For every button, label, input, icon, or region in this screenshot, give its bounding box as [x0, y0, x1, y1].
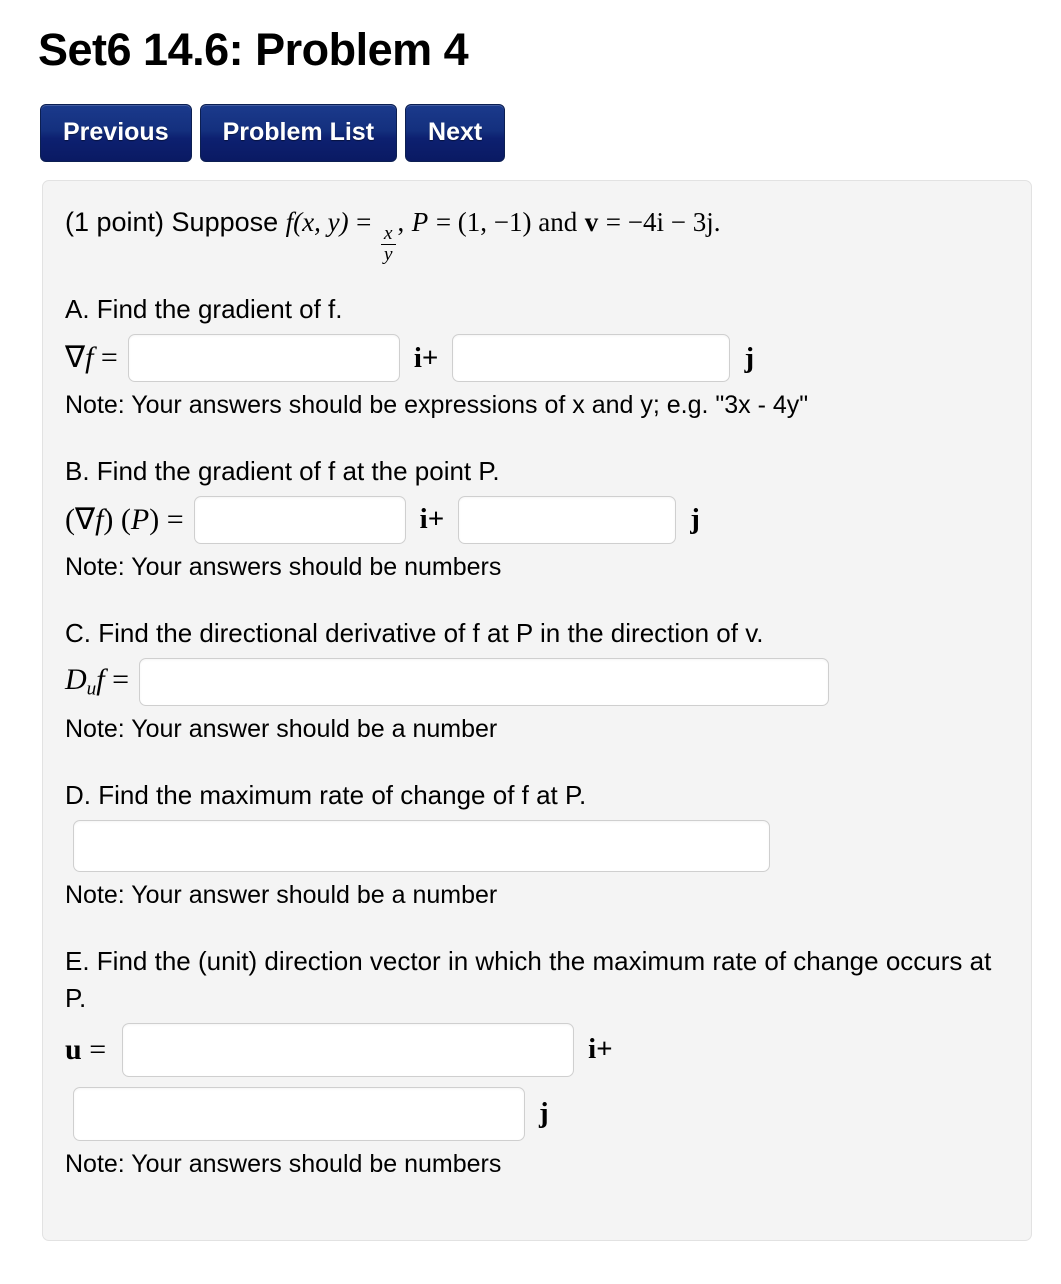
section-b: B. Find the gradient of f at the point P… [63, 453, 1011, 585]
section-e-unit-i: i+ [588, 1033, 613, 1066]
page-title: Set6 14.6: Problem 4 [38, 24, 469, 75]
section-b-paren-close: ) = [149, 502, 184, 536]
section-a-input-j[interactable] [452, 334, 731, 383]
section-c-note: Note: Your answer should be a number [65, 714, 498, 743]
section-a: A. Find the gradient of f. ∇f = i+ j Not… [63, 291, 1011, 423]
next-button[interactable]: Next [405, 103, 506, 162]
problem-page: Set6 14.6: Problem 4 Previous Problem Li… [0, 0, 1061, 1284]
directional-derivative-subscript: u [86, 678, 97, 700]
function-arguments: (x, y) [293, 206, 349, 237]
directional-derivative-D: D [65, 663, 87, 697]
section-b-label-P: P [130, 502, 150, 536]
section-e: E. Find the (unit) direction vector in w… [63, 943, 1011, 1182]
unit-vector-u: u [65, 1032, 82, 1066]
section-c-prompt-text: C. Find the directional derivative of f … [65, 617, 764, 648]
section-b-note: Note: Your answers should be numbers [65, 552, 502, 581]
section-b-input-i[interactable] [193, 495, 406, 544]
section-e-input-j[interactable] [73, 1086, 525, 1141]
section-d-input[interactable] [73, 819, 770, 872]
vector-symbol: v [584, 206, 599, 237]
section-a-note: Note: Your answers should be expressions… [65, 391, 809, 420]
section-a-input-i[interactable] [127, 334, 400, 383]
section-e-unit-j: j [539, 1097, 549, 1130]
vector-value: = −4i − 3j. [605, 206, 721, 237]
section-e-prompt: E. Find the (unit) direction vector in w… [65, 945, 992, 1013]
section-e-input-i[interactable] [122, 1022, 575, 1077]
problem-statement: (1 point) Suppose f(x, y) = xy, P = (1, … [63, 203, 1011, 265]
fraction-x-over-y: xy [380, 223, 396, 265]
section-e-note: Note: Your answers should be numbers [65, 1149, 502, 1178]
section-d-prompt: D. Find the maximum rate of change of f … [65, 779, 587, 810]
section-a-answer-row: ∇f = i+ j [65, 334, 1011, 383]
section-a-unit-j: j [744, 341, 755, 374]
section-c-label: Duf = [65, 665, 139, 699]
section-c-label-f: f [96, 663, 105, 697]
section-e-label-equals: = [81, 1032, 107, 1066]
section-d: D. Find the maximum rate of change of f … [63, 777, 1011, 913]
section-b-input-j[interactable] [458, 495, 677, 544]
previous-button[interactable]: Previous [40, 103, 192, 162]
section-a-prompt: A. Find the gradient of f. [65, 294, 343, 325]
nabla-icon: ∇ [65, 341, 86, 375]
points-prefix: (1 point) Suppose [65, 206, 279, 237]
problem-list-button[interactable]: Problem List [199, 103, 398, 162]
fraction-denominator: y [380, 244, 396, 265]
section-d-answer-row [65, 819, 1011, 872]
point-value: = (1, −1) and [435, 206, 578, 237]
problem-panel: (1 point) Suppose f (x, y) = xy, P = (1, … [42, 179, 1032, 1241]
section-c-answer-row: Duf = [65, 657, 1011, 706]
equals-sign: = [356, 206, 372, 237]
section-a-label-equals: = [93, 341, 118, 375]
fraction-numerator: x [383, 223, 393, 245]
section-b-unit-j: j [690, 503, 700, 536]
section-b-label: (∇f) (P) = [65, 502, 194, 536]
statement-comma: , [397, 206, 405, 237]
section-b-paren-open: ( [65, 502, 75, 536]
section-a-unit-i: i+ [413, 341, 439, 374]
section-c: C. Find the directional derivative of f … [63, 615, 1011, 747]
section-b-prompt: B. Find the gradient of f at the point P… [65, 456, 500, 487]
navigation-bar: Previous Problem List Next [0, 76, 1061, 162]
section-a-label: ∇f = [65, 343, 128, 373]
section-c-label-equals: = [104, 663, 130, 697]
section-b-answer-row: (∇f) (P) = i+ j [65, 495, 1011, 544]
section-b-paren-mid: ) ( [103, 502, 131, 536]
section-e-answer-row-j: j [65, 1086, 1011, 1141]
section-e-answer-row-i: u = i+ [65, 1022, 1011, 1077]
section-c-prompt: C. Find the directional derivative of f … [65, 615, 995, 652]
section-d-note: Note: Your answer should be a number [65, 880, 498, 909]
section-b-unit-i: i+ [419, 503, 445, 536]
point-symbol: P [411, 206, 429, 237]
section-e-label: u = [65, 1032, 116, 1066]
section-c-input[interactable] [139, 657, 830, 706]
nabla-icon: ∇ [75, 502, 96, 536]
